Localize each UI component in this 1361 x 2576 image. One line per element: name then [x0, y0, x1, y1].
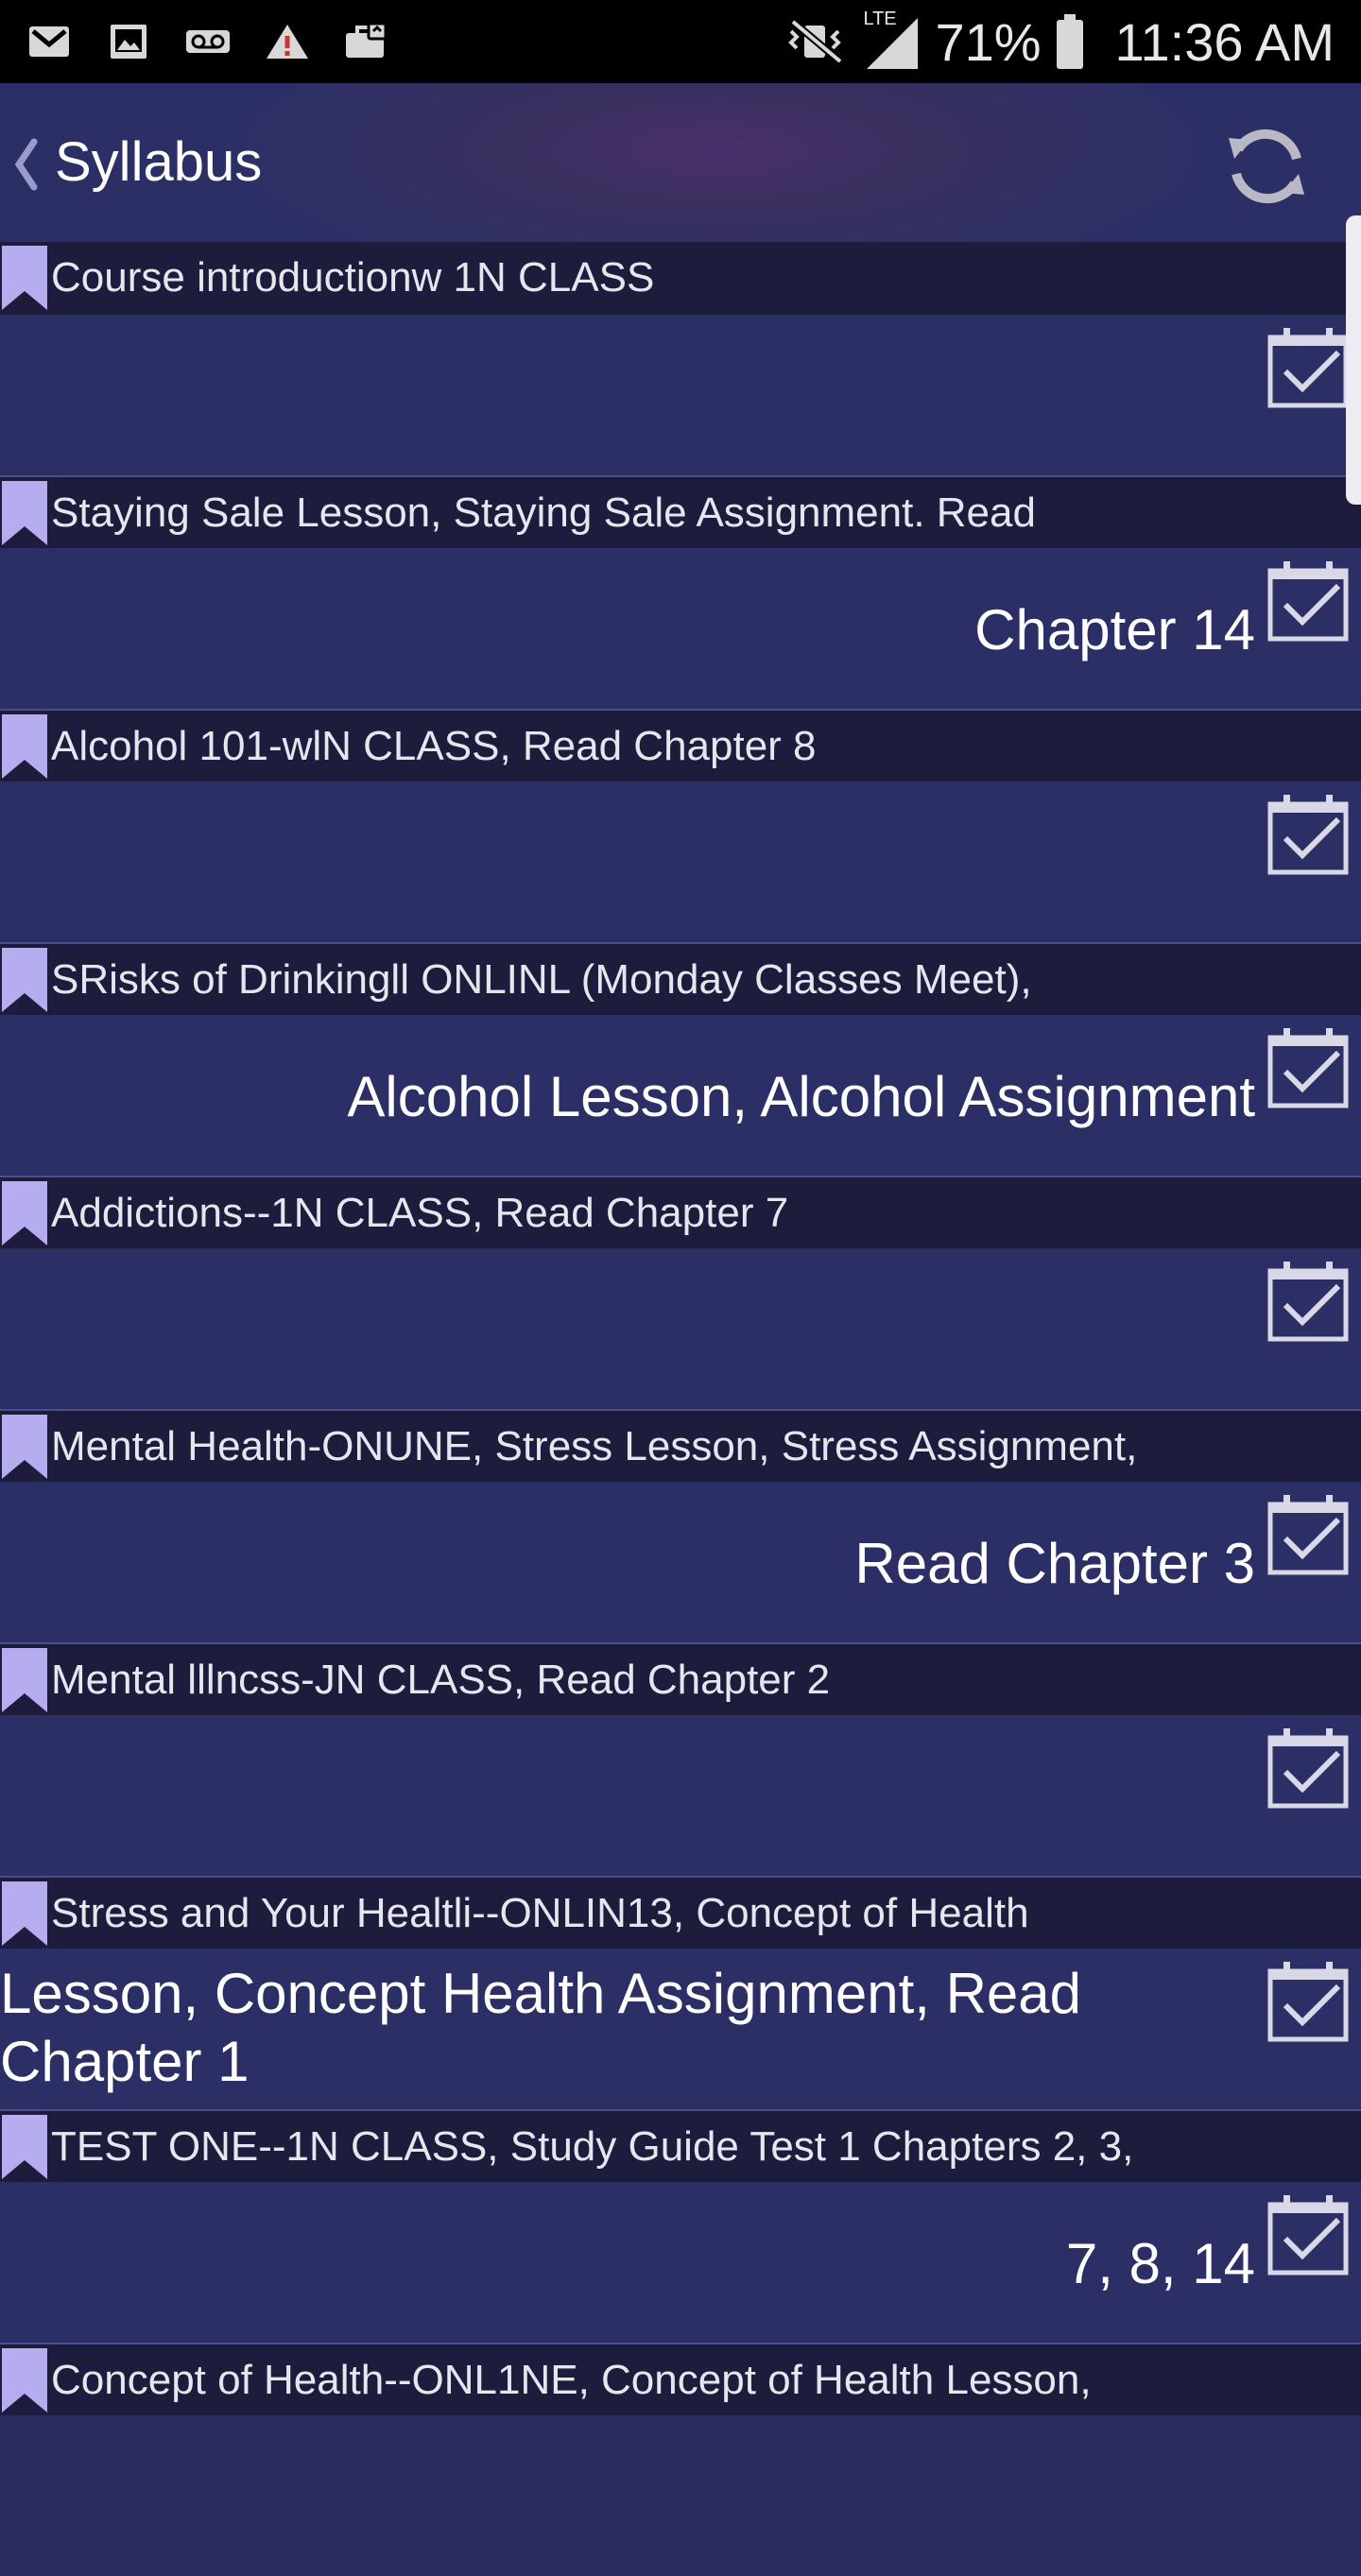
signal-icon — [867, 18, 919, 69]
item-title: Concept of Health--ONL1NE, Concept of He… — [51, 2357, 1092, 2403]
item-continuation: Chapter 14 — [974, 598, 1255, 661]
item-header: Concept of Health--ONL1NE, Concept of He… — [0, 2343, 1361, 2415]
item-header: Stress and Your Healtli--ONLIN13, Concep… — [0, 1876, 1361, 1949]
item-title: Staying Sale Lesson, Staying Sale Assign… — [51, 489, 1036, 536]
item-header: SRisks of Drinkingll ONLINL (Monday Clas… — [0, 942, 1361, 1015]
item-body: Chapter 14 — [0, 548, 1361, 709]
item-body: Lesson, Concept Health Assignment, Read … — [0, 1949, 1361, 2109]
battery-percent: 71% — [935, 11, 1042, 72]
warning-icon — [267, 25, 308, 59]
bookmark-icon — [2, 948, 47, 1012]
refresh-icon[interactable] — [1221, 121, 1312, 212]
item-title: Mental Health-ONUNE, Stress Lesson, Stre… — [51, 1423, 1138, 1469]
item-header: TEST ONE--1N CLASS, Study Guide Test 1 C… — [0, 2109, 1361, 2182]
syllabus-item[interactable]: Course introductionw 1N CLASS — [0, 242, 1361, 475]
item-body — [0, 1715, 1361, 1876]
item-header: Course introductionw 1N CLASS — [0, 242, 1361, 315]
item-header: Mental Health-ONUNE, Stress Lesson, Stre… — [0, 1409, 1361, 1482]
signal-strength: LTE — [863, 9, 922, 71]
item-body: 7, 8, 14 — [0, 2182, 1361, 2343]
syllabus-item[interactable]: Mental Health-ONUNE, Stress Lesson, Stre… — [0, 1409, 1361, 1642]
item-body — [0, 1248, 1361, 1409]
bookmark-icon — [2, 1648, 47, 1712]
syllabus-item[interactable]: Stress and Your Healtli--ONLIN13, Concep… — [0, 1876, 1361, 2109]
bookmark-icon — [2, 2348, 47, 2413]
bookmark-icon — [2, 481, 47, 545]
clock: 11:36 AM — [1114, 11, 1335, 72]
syllabus-item[interactable]: Concept of Health--ONL1NE, Concept of He… — [0, 2343, 1361, 2576]
bookmark-icon — [2, 1181, 47, 1245]
item-title: Addictions--1N CLASS, Read Chapter 7 — [51, 1190, 789, 1236]
syllabus-list: Course introductionw 1N CLASS Staying Sa… — [0, 242, 1361, 2576]
gmail-icon — [29, 26, 69, 57]
bookmark-icon — [2, 714, 47, 779]
item-continuation: Lesson, Concept Health Assignment, Read … — [0, 1962, 1082, 2093]
calendar-check-icon[interactable] — [1266, 561, 1350, 643]
item-continuation: Read Chapter 3 — [854, 1532, 1255, 1595]
item-header: Staying Sale Lesson, Staying Sale Assign… — [0, 475, 1361, 548]
calendar-check-icon[interactable] — [1266, 795, 1350, 876]
bookmark-icon — [2, 2115, 47, 2179]
calendar-check-icon[interactable] — [1266, 328, 1350, 409]
item-title: Mental lllncss-JN CLASS, Read Chapter 2 — [51, 1657, 831, 1703]
item-title: Stress and Your Healtli--ONLIN13, Concep… — [51, 1890, 1029, 1936]
notification-icons — [26, 22, 389, 61]
item-header: Mental lllncss-JN CLASS, Read Chapter 2 — [0, 1642, 1361, 1715]
bookmark-icon — [2, 1881, 47, 1946]
app-bar: Syllabus — [0, 83, 1361, 242]
page-title: Syllabus — [55, 131, 263, 193]
chevron-left-icon[interactable] — [13, 136, 38, 193]
calendar-check-icon[interactable] — [1266, 1028, 1350, 1109]
photo-icon — [111, 25, 146, 59]
calendar-check-icon[interactable] — [1266, 1728, 1350, 1810]
item-continuation: Alcohol Lesson, Alcohol Assignment — [347, 1065, 1255, 1128]
status-bar: LTE 71% 11:36 AM — [0, 0, 1361, 83]
calendar-check-icon[interactable] — [1266, 1495, 1350, 1576]
mute-vibrate-icon — [788, 18, 844, 65]
syllabus-item[interactable]: Staying Sale Lesson, Staying Sale Assign… — [0, 475, 1361, 709]
battery-icon — [1056, 14, 1083, 69]
item-body: Alcohol Lesson, Alcohol Assignment — [0, 1015, 1361, 1176]
item-body — [0, 315, 1361, 475]
syllabus-item[interactable]: TEST ONE--1N CLASS, Study Guide Test 1 C… — [0, 2109, 1361, 2343]
syllabus-item[interactable]: SRisks of Drinkingll ONLINL (Monday Clas… — [0, 942, 1361, 1176]
item-body — [0, 781, 1361, 942]
item-body: Read Chapter 3 — [0, 1482, 1361, 1642]
item-title: SRisks of Drinkingll ONLINL (Monday Clas… — [51, 956, 1032, 1003]
item-header: Addictions--1N CLASS, Read Chapter 7 — [0, 1176, 1361, 1248]
scrollbar-handle[interactable] — [1346, 215, 1361, 505]
syllabus-item[interactable]: Alcohol 101-wlN CLASS, Read Chapter 8 — [0, 709, 1361, 942]
item-title: Course introductionw 1N CLASS — [51, 254, 655, 301]
item-header: Alcohol 101-wlN CLASS, Read Chapter 8 — [0, 709, 1361, 781]
calendar-check-icon[interactable] — [1266, 1262, 1350, 1343]
calendar-check-icon[interactable] — [1266, 1962, 1350, 2043]
item-continuation: 7, 8, 14 — [1065, 2232, 1255, 2295]
syllabus-item[interactable]: Mental lllncss-JN CLASS, Read Chapter 2 — [0, 1642, 1361, 1876]
voicemail-icon — [186, 30, 230, 53]
syllabus-item[interactable]: Addictions--1N CLASS, Read Chapter 7 — [0, 1176, 1361, 1409]
bookmark-icon — [2, 246, 47, 310]
briefcase-icon — [346, 22, 388, 58]
item-title: Alcohol 101-wlN CLASS, Read Chapter 8 — [51, 723, 817, 769]
system-indicators: LTE 71% 11:36 AM — [784, 9, 1335, 73]
item-title: TEST ONE--1N CLASS, Study Guide Test 1 C… — [51, 2123, 1134, 2170]
bookmark-icon — [2, 1415, 47, 1479]
calendar-check-icon[interactable] — [1266, 2195, 1350, 2276]
